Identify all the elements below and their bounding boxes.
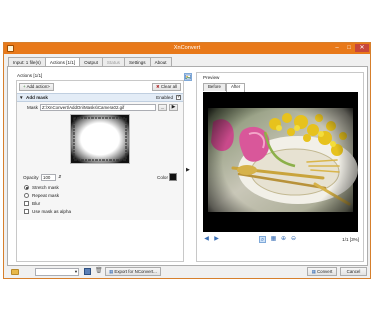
tab-after[interactable]: After: [226, 83, 246, 92]
convert-button[interactable]: ▦ Convert: [307, 267, 337, 276]
enabled-label: Enabled: [156, 95, 173, 100]
play-button[interactable]: ▶: [169, 104, 178, 111]
clear-all-label: Clear all: [160, 84, 177, 89]
repeat-mask-radio[interactable]: [24, 193, 29, 198]
actions-header: Actions [1/1]: [17, 73, 43, 78]
window-title: XnConvert: [173, 45, 201, 51]
collapse-preview-arrow[interactable]: ▶: [186, 167, 190, 173]
export-label: Export for NConvert...: [114, 269, 157, 274]
minimize-icon[interactable]: –: [332, 44, 342, 52]
mask-path-field[interactable]: Z:\XnConvert\AddOn\Masks\Camera02.gif: [40, 104, 156, 111]
add-action-label: Add action>: [26, 84, 50, 89]
actions-list: + Add action> ✖ Clear all ▼ Add mask Ena…: [16, 80, 184, 262]
zoom-in-icon[interactable]: ⊕: [280, 236, 287, 243]
preset-select[interactable]: [35, 268, 79, 276]
tab-before[interactable]: Before: [203, 83, 226, 91]
enabled-checkbox[interactable]: [176, 94, 181, 100]
add-action-button[interactable]: + Add action>: [19, 83, 54, 91]
stretch-mask-radio[interactable]: [24, 185, 29, 190]
cancel-button[interactable]: Cancel: [340, 267, 367, 276]
preview-image-viewer[interactable]: [203, 92, 358, 232]
save-icon[interactable]: [84, 268, 91, 275]
blur-label: Blur: [32, 201, 41, 206]
convert-label: Convert: [317, 269, 333, 274]
main-tabs: Input: 1 file(s) Actions [1/1] Output St…: [8, 57, 172, 67]
opacity-spin-icon[interactable]: ⇵: [58, 174, 61, 179]
next-icon[interactable]: ▶: [213, 236, 220, 243]
app-window: XnConvert – □ ✕ Input: 1 file(s) Actions…: [3, 42, 371, 279]
title-bar: XnConvert – □ ✕: [4, 43, 370, 54]
opacity-label: Opacity: [23, 175, 39, 180]
mask-settings: Mask Z:\XnConvert\AddOn\Masks\Camera02.g…: [17, 102, 183, 220]
mask-thumbnail-image: [71, 115, 129, 163]
color-label: Color: [157, 175, 168, 180]
clear-icon: ✖: [155, 84, 160, 89]
repeat-mask-label: Repeat mask: [32, 193, 60, 198]
previous-icon[interactable]: ◀: [203, 236, 210, 243]
preview-image: [203, 92, 358, 232]
tab-settings[interactable]: Settings: [123, 57, 151, 66]
plus-icon: +: [23, 84, 26, 89]
preview-header: Preview: [203, 75, 220, 80]
tab-status[interactable]: Status: [101, 57, 125, 66]
opacity-field[interactable]: 100: [41, 174, 56, 181]
maximize-icon[interactable]: □: [344, 44, 354, 52]
mask-action-header[interactable]: ▼ Add mask Enabled: [17, 93, 183, 102]
preview-toggle-icon[interactable]: [184, 73, 192, 81]
blur-checkbox[interactable]: [24, 201, 29, 206]
mask-label: Mask: [27, 105, 38, 110]
actions-panel: Actions [1/1] + Add action> ✖ Clear all …: [7, 66, 368, 266]
play-icon: ▶: [171, 104, 176, 110]
collapse-icon[interactable]: ▼: [19, 95, 24, 100]
tab-input[interactable]: Input: 1 file(s): [8, 57, 46, 66]
preview-panel: Preview Before After ◀ ▶ ⌕ ▦ ⊕ ⊖ 1/1 [3%…: [196, 72, 364, 262]
tab-output[interactable]: Output: [79, 57, 103, 66]
zoom-out-icon[interactable]: ⊖: [290, 236, 297, 243]
use-mask-as-alpha-label: Use mask as alpha: [32, 209, 72, 214]
delete-icon[interactable]: 🗑: [95, 267, 103, 274]
export-nconvert-button[interactable]: ▦ Export for NConvert...: [105, 267, 161, 276]
clear-all-button[interactable]: ✖ Clear all: [151, 83, 181, 91]
grid-view-icon[interactable]: ▦: [270, 236, 277, 243]
export-icon: ▦: [109, 269, 114, 274]
chevron-down-icon[interactable]: ▼: [74, 269, 78, 274]
page-indicator: 1/1 [3%]: [342, 237, 359, 242]
folder-icon[interactable]: [11, 269, 19, 275]
tab-about[interactable]: About: [149, 57, 172, 66]
close-icon[interactable]: ✕: [355, 44, 369, 52]
use-mask-as-alpha-checkbox[interactable]: [24, 209, 29, 214]
color-swatch[interactable]: [169, 173, 177, 181]
stretch-mask-label: Stretch mask: [32, 185, 59, 190]
mask-thumbnail: [70, 114, 130, 164]
mask-action-title: Add mask: [26, 95, 48, 100]
zoom-fit-icon[interactable]: ⌕: [259, 236, 266, 243]
convert-icon: ▦: [311, 269, 316, 274]
browse-button[interactable]: ...: [158, 104, 167, 111]
